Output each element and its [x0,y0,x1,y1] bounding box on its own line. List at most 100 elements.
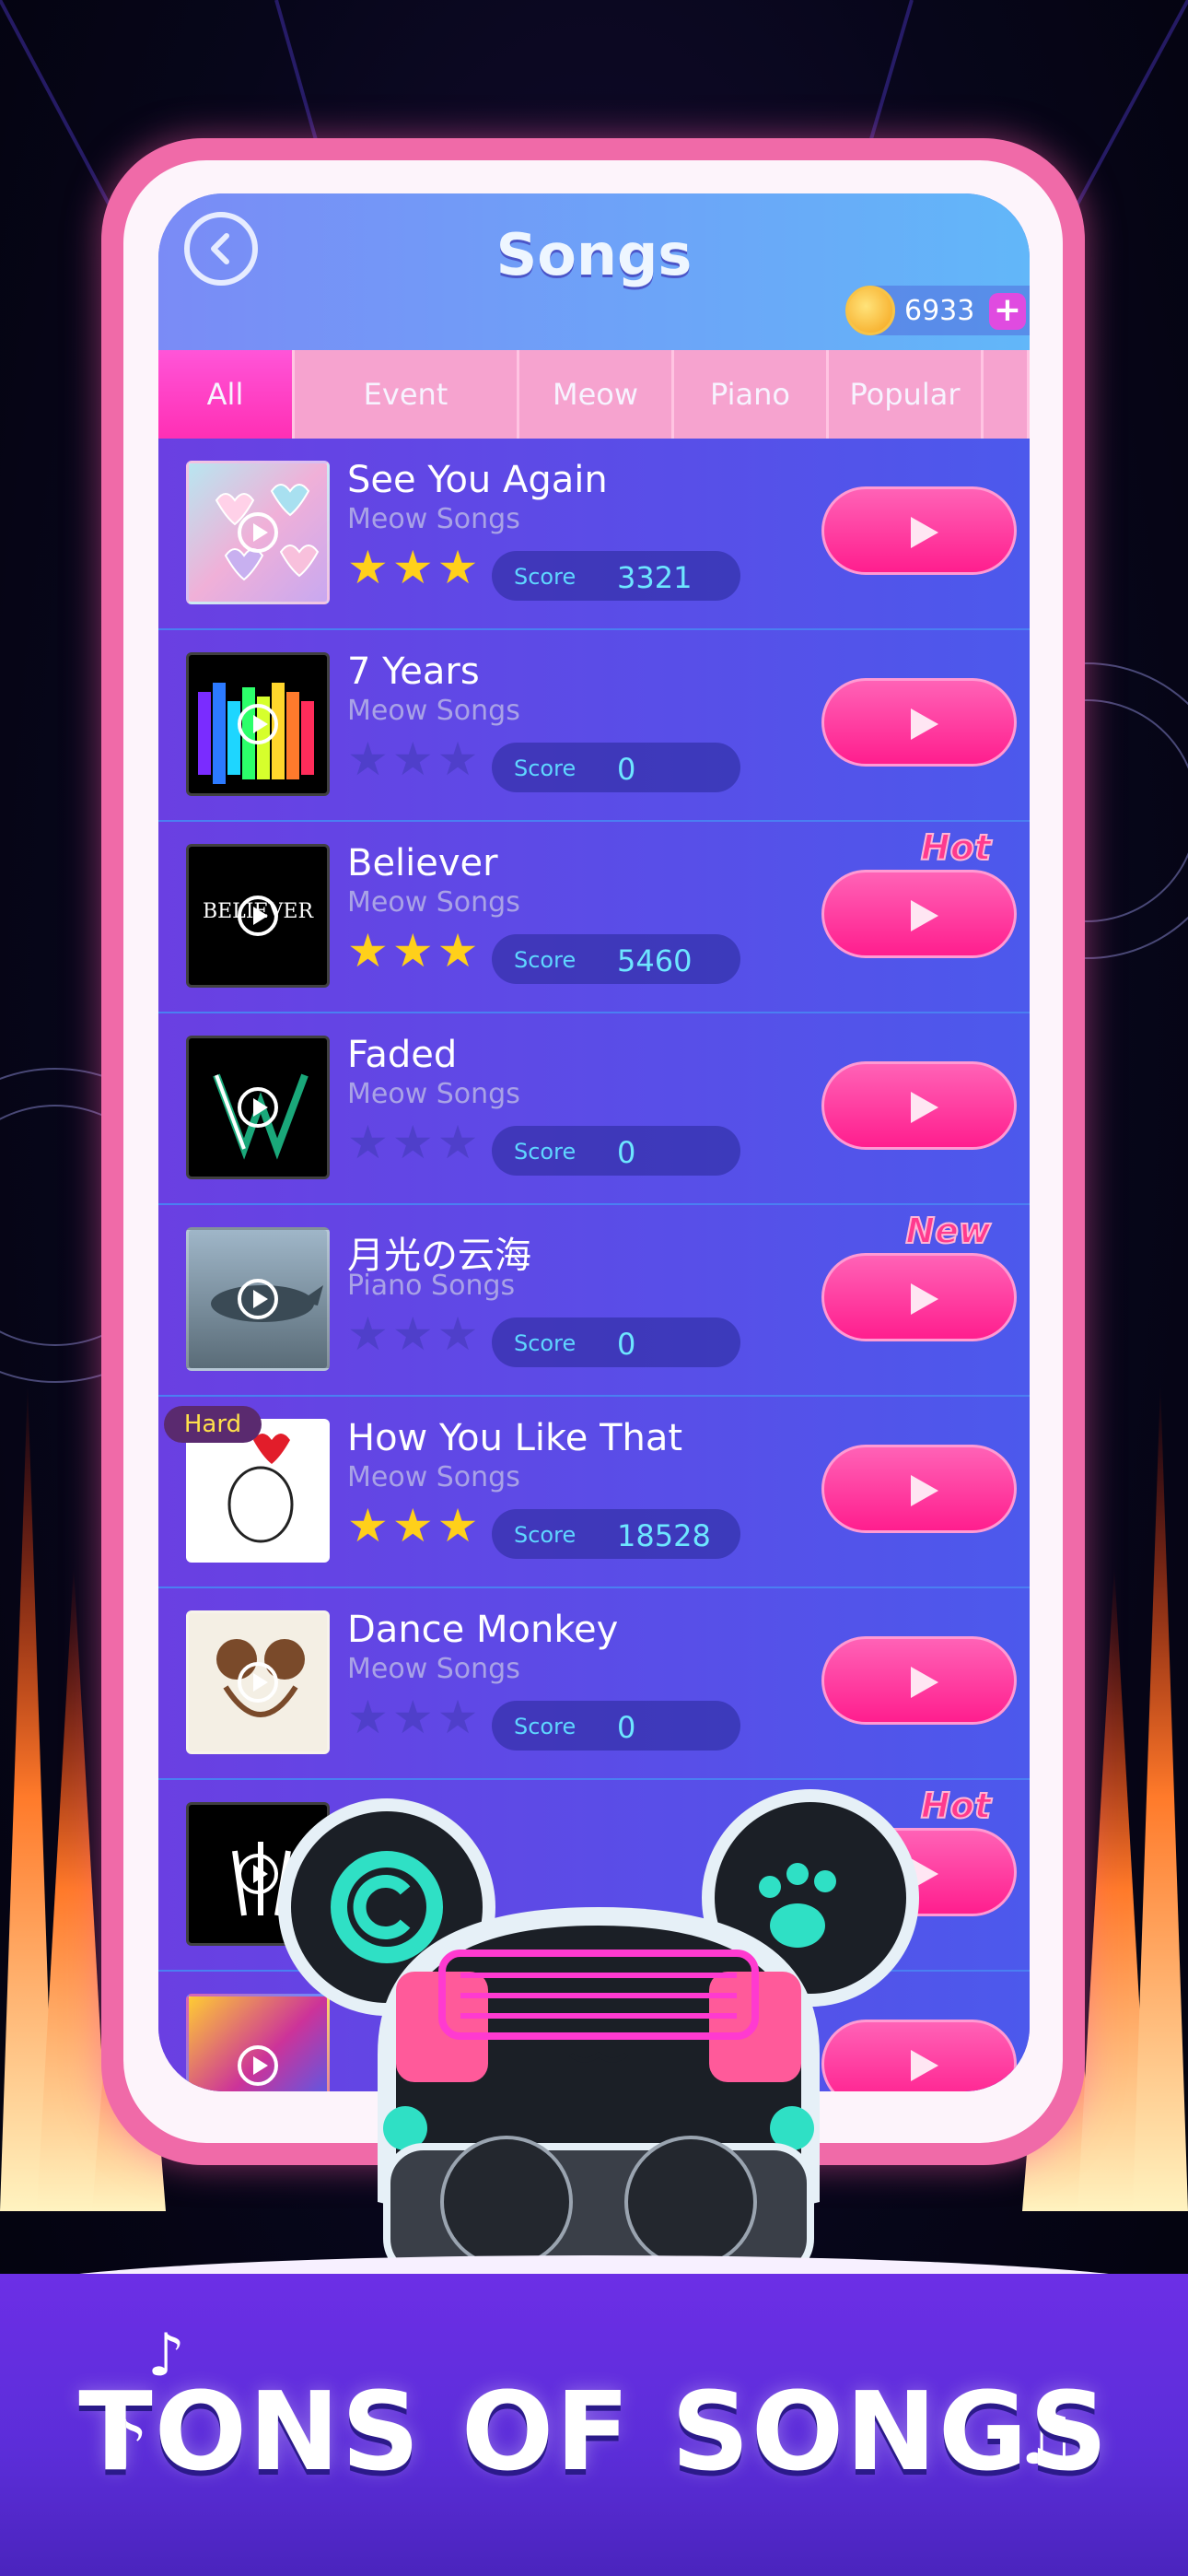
score-label: Score [514,564,577,590]
star-icon: ★ [391,1307,434,1361]
score-value: 18528 [617,1518,711,1553]
coin-balance: 6933 + [845,286,1030,335]
play-button[interactable] [821,1061,1017,1150]
song-category: Piano Songs [347,1270,516,1302]
play-button[interactable] [821,1253,1017,1341]
star-rating: ★ ★ ★ [347,1694,478,1740]
star-icon: ★ [437,541,479,594]
play-button[interactable] [821,486,1017,575]
star-icon: ★ [347,1499,389,1552]
play-button[interactable] [821,1636,1017,1725]
preview-play-icon [238,1854,278,1894]
star-icon: ★ [437,1307,479,1361]
coin-count: 6933 [904,295,975,327]
star-rating: ★ ★ ★ [347,736,478,782]
score-label: Score [514,1139,577,1165]
song-category: Meow Songs [347,1078,520,1110]
star-rating: ★ ★ ★ [347,544,478,591]
song-row: Faded Meow Songs ★ ★ ★ Score 0 [158,1013,1030,1211]
star-rating: ★ ★ ★ [347,1503,478,1549]
score-pill: Score 0 [492,1317,740,1367]
page-title: Songs [495,221,693,288]
star-icon: ★ [391,732,434,786]
score-label: Score [514,1714,577,1739]
score-value: 5460 [617,943,693,978]
song-row: Dance Monkey Meow Songs ★ ★ ★ Score 0 [158,1588,1030,1786]
song-title: Dance Monkey [347,1609,619,1651]
promo-headline: TONS OF SONGS [78,2368,1110,2495]
tab-more[interactable] [984,350,1030,439]
score-value: 0 [617,1327,636,1362]
coin-icon [845,286,895,335]
song-cover[interactable] [186,461,330,604]
song-category: Meow Songs [347,886,520,919]
song-cover[interactable]: BELIEVER [186,844,330,988]
score-pill: Score 18528 [492,1509,740,1559]
star-icon: ★ [347,1691,389,1744]
song-title: How You Like That [347,1417,683,1459]
star-icon: ★ [347,1116,389,1169]
play-button[interactable] [821,1445,1017,1533]
preview-play-icon [238,1662,278,1703]
star-icon: ★ [347,541,389,594]
song-title: 7 Years [347,650,480,693]
play-button[interactable] [821,870,1017,958]
preview-play-icon [238,1087,278,1128]
song-cover[interactable] [186,1227,330,1371]
preview-play-icon [238,896,278,936]
song-cover[interactable] [186,1036,330,1179]
song-row: Hot BELIEVER Believer Meow Songs ★ ★ ★ S… [158,822,1030,1019]
star-icon: ★ [347,924,389,978]
preview-play-icon [238,1279,278,1319]
score-value: 3321 [617,560,693,595]
preview-play-icon [238,512,278,553]
star-icon: ★ [391,924,434,978]
song-row: Hard How You Like That Meow Songs ★ ★ ★ … [158,1397,1030,1594]
hot-tag: Hot [920,1785,992,1827]
song-title: Faded [347,1034,458,1076]
star-icon: ★ [391,1116,434,1169]
star-icon: ★ [437,1499,479,1552]
song-title: See You Again [347,459,608,501]
star-icon: ★ [347,732,389,786]
tab-all[interactable]: All [158,350,295,439]
header-bar: Songs 6933 + [158,193,1030,350]
star-icon: ★ [437,1116,479,1169]
song-row: 7 Years Meow Songs ★ ★ ★ Score 0 [158,630,1030,827]
star-rating: ★ ★ ★ [347,1119,478,1165]
category-tabs: All Event Meow Piano Popular [158,350,1030,439]
preview-play-icon [238,704,278,744]
score-pill: Score 5460 [492,934,740,984]
score-pill: Score 0 [492,743,740,792]
star-icon: ★ [437,1691,479,1744]
song-cover[interactable] [186,652,330,796]
star-rating: ★ ★ ★ [347,928,478,974]
score-label: Score [514,755,577,781]
tab-event[interactable]: Event [295,350,519,439]
song-title: Believer [347,842,498,884]
dj-cat-mascot [278,1789,919,2279]
star-icon: ★ [347,1307,389,1361]
score-pill: Score 3321 [492,551,740,601]
tab-popular[interactable]: Popular [829,350,984,439]
song-row: See You Again Meow Songs ★ ★ ★ Score 332… [158,439,1030,636]
add-coins-button[interactable]: + [989,293,1026,330]
song-category: Meow Songs [347,695,520,727]
score-label: Score [514,1522,577,1548]
song-category: Meow Songs [347,1653,520,1685]
score-value: 0 [617,1710,636,1745]
score-label: Score [514,947,577,973]
star-icon: ★ [391,1499,434,1552]
difficulty-badge: Hard [164,1406,262,1443]
new-tag: New [904,1210,992,1252]
star-icon: ★ [391,1691,434,1744]
song-category: Meow Songs [347,503,520,535]
tab-piano[interactable]: Piano [674,350,829,439]
star-rating: ★ ★ ★ [347,1311,478,1357]
tab-meow[interactable]: Meow [519,350,674,439]
song-row: New 月光の云海 Piano Songs ★ ★ ★ Score 0 [158,1205,1030,1402]
song-cover[interactable] [186,1610,330,1754]
star-icon: ★ [437,924,479,978]
score-pill: Score 0 [492,1126,740,1176]
play-button[interactable] [821,678,1017,767]
